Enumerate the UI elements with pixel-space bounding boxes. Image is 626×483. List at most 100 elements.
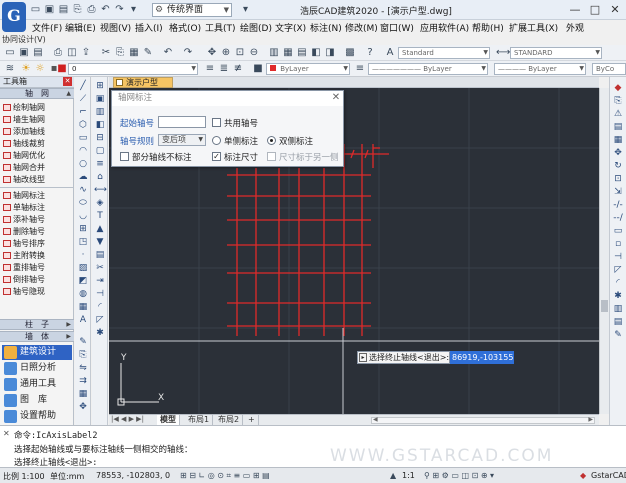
unit-status[interactable]: 单位:mm (50, 471, 84, 482)
palette-item[interactable]: 倒排轴号 (2, 275, 72, 284)
dimension-tool-icon[interactable]: ⟷ (94, 185, 107, 196)
shared-axis-checkbox[interactable] (212, 118, 221, 127)
menu-draw[interactable]: 绘图(D) (240, 21, 272, 34)
array-icon[interactable]: ▦ (612, 135, 624, 146)
roof-tool-icon[interactable]: ⌂ (94, 172, 106, 183)
horizontal-scrollbar[interactable]: ◀ ▶ (371, 416, 595, 424)
trim-icon[interactable]: ✂ (94, 263, 106, 274)
menu-format[interactable]: 格式(O) (169, 21, 201, 34)
category-library[interactable]: 图 库 (2, 393, 72, 408)
column-tool-icon[interactable]: ▣ (94, 94, 106, 105)
palette-item[interactable]: 轴线裁剪 (2, 139, 72, 148)
spline-icon[interactable]: ∿ (77, 185, 89, 196)
drafting-mode-icons[interactable]: ⊞ ⊟ ∟ ◎ ⊙ ⌗ ≡ ▭ ⊞ ▤ (180, 471, 270, 481)
break-icon[interactable]: ▭ (612, 226, 624, 237)
menu-edit[interactable]: 编辑(E) (65, 21, 96, 34)
undo-icon[interactable]: ↶ (162, 47, 174, 59)
palette-item[interactable]: 轴号隐现 (2, 287, 72, 296)
layer-sun-icon[interactable]: ☼ (34, 63, 46, 75)
menu-help[interactable]: 帮助(H) (472, 21, 504, 34)
menu-text[interactable]: 文字(X) (275, 21, 306, 34)
explode-icon[interactable]: ✱ (94, 328, 106, 339)
layout-tool-icon[interactable]: ▤ (94, 250, 106, 261)
section-wall[interactable]: 墙 体 ▶ (0, 331, 74, 342)
trim-icon[interactable]: -/- (612, 200, 624, 211)
construction-line-icon[interactable]: ⟋ (77, 94, 89, 105)
markup-icon[interactable]: ◨ (324, 47, 336, 59)
ellipse-icon[interactable]: ⬭ (77, 198, 89, 209)
pan-icon[interactable]: ✥ (206, 47, 218, 59)
move-icon[interactable]: ✥ (612, 148, 624, 159)
help-icon[interactable]: ? (364, 47, 376, 59)
circle-icon[interactable]: ○ (77, 159, 89, 170)
palette-item[interactable]: 轴号排序 (2, 239, 72, 248)
offset-icon[interactable]: ⇉ (77, 376, 89, 387)
mirror-icon[interactable]: ⚠ (612, 109, 624, 120)
properties-edit-icon[interactable]: ▥ (612, 304, 624, 315)
axis-rule-select[interactable]: 变后项 ▼ (158, 134, 206, 146)
doc-tab-active[interactable]: 演示户型 (113, 77, 173, 88)
section-tool-icon[interactable]: ▼ (94, 237, 106, 248)
lineweight-select[interactable]: ———— ByLayer ▼ (494, 63, 586, 75)
menu-dimension[interactable]: 标注(N) (310, 21, 342, 34)
ellipse-arc-icon[interactable]: ◡ (77, 211, 89, 222)
rectangle-icon[interactable]: ▭ (77, 133, 89, 144)
scale-icon[interactable]: ⊡ (612, 174, 624, 185)
palette-item[interactable]: 主附转换 (2, 251, 72, 260)
category-sunlight[interactable]: 日照分析 (2, 361, 72, 376)
polygon-icon[interactable]: ⬡ (77, 120, 89, 131)
gradient-icon[interactable]: ◩ (77, 276, 89, 287)
category-general-tools[interactable]: 通用工具 (2, 377, 72, 392)
save-icon[interactable]: ▤ (58, 4, 69, 15)
stair-tool-icon[interactable]: ≡ (94, 159, 106, 170)
zoom-window-icon[interactable]: ⊡ (234, 47, 246, 59)
category-building-design[interactable]: 建筑设计 (2, 345, 72, 360)
menu-insert[interactable]: 插入(I) (135, 21, 163, 34)
maximize-button[interactable]: □ (586, 2, 604, 17)
fillet-icon[interactable]: ◜ (94, 302, 106, 313)
save-as-icon[interactable]: ⎘ (72, 4, 83, 15)
sheet-set-icon[interactable]: ◧ (310, 47, 322, 59)
open-file-icon[interactable]: ▣ (44, 4, 55, 15)
palette-item[interactable]: 轴网优化 (2, 151, 72, 160)
copy-icon[interactable]: ⎘ (612, 96, 624, 107)
door-tool-icon[interactable]: ◧ (94, 120, 106, 131)
dropdown-icon[interactable]: ▾ (128, 4, 139, 15)
menu-tools[interactable]: 工具(T) (205, 21, 236, 34)
status-tray-icons[interactable]: ⚲ ⊞ ⚙ ▭ ◫ ⊡ ⊕ ▾ (424, 471, 494, 480)
print-icon[interactable]: ⎙ (86, 4, 97, 15)
join-icon[interactable]: ⊣ (612, 252, 624, 263)
chamfer-icon[interactable]: ◸ (612, 265, 624, 276)
layer-select[interactable]: 0 ▼ (68, 63, 198, 75)
arc-icon[interactable]: ◠ (77, 146, 89, 157)
move-icon[interactable]: ✥ (77, 402, 89, 413)
palette-item[interactable]: 添加轴线 (2, 127, 72, 136)
extend-icon[interactable]: ⇥ (94, 276, 106, 287)
dialog-close-button[interactable]: ✕ (330, 92, 342, 104)
elevation-tool-icon[interactable]: ▲ (94, 224, 106, 235)
erase-icon[interactable]: ✎ (77, 337, 89, 348)
preview-icon[interactable]: ◫ (66, 47, 78, 59)
eraser-icon[interactable]: ◆ (612, 83, 624, 94)
match-properties-icon[interactable]: ✎ (142, 47, 154, 59)
start-axis-input[interactable] (158, 116, 206, 128)
break-at-point-icon[interactable]: ▫ (612, 239, 624, 250)
annotation-icon[interactable]: ▲ (390, 471, 396, 480)
save-icon[interactable]: ▤ (32, 47, 44, 59)
plotstyle-select[interactable]: ByCo (592, 63, 626, 75)
palette-item[interactable]: 添补轴号 (2, 215, 72, 224)
workspace-select[interactable]: ⚙ 传统界面 ▼ (152, 3, 232, 17)
single-side-radio[interactable] (212, 136, 221, 145)
category-settings-help[interactable]: 设置帮助 (2, 409, 72, 424)
layer-manager-icon[interactable]: ≋ (4, 63, 16, 75)
paste-icon[interactable]: ▦ (128, 47, 140, 59)
app-logo[interactable]: G (2, 2, 26, 32)
menu-view[interactable]: 视图(V) (100, 21, 131, 34)
layer-previous-icon[interactable]: ≣ (218, 63, 230, 75)
make-current-icon[interactable]: ≡ (204, 63, 216, 75)
menu-extension[interactable]: 扩展工具(X) (509, 21, 558, 34)
menu-modify[interactable]: 修改(M) (345, 21, 378, 34)
palette-item[interactable]: 墙生轴网 (2, 115, 72, 124)
design-center-icon[interactable]: ▦ (282, 47, 294, 59)
text-tool-icon[interactable]: T (94, 211, 106, 222)
